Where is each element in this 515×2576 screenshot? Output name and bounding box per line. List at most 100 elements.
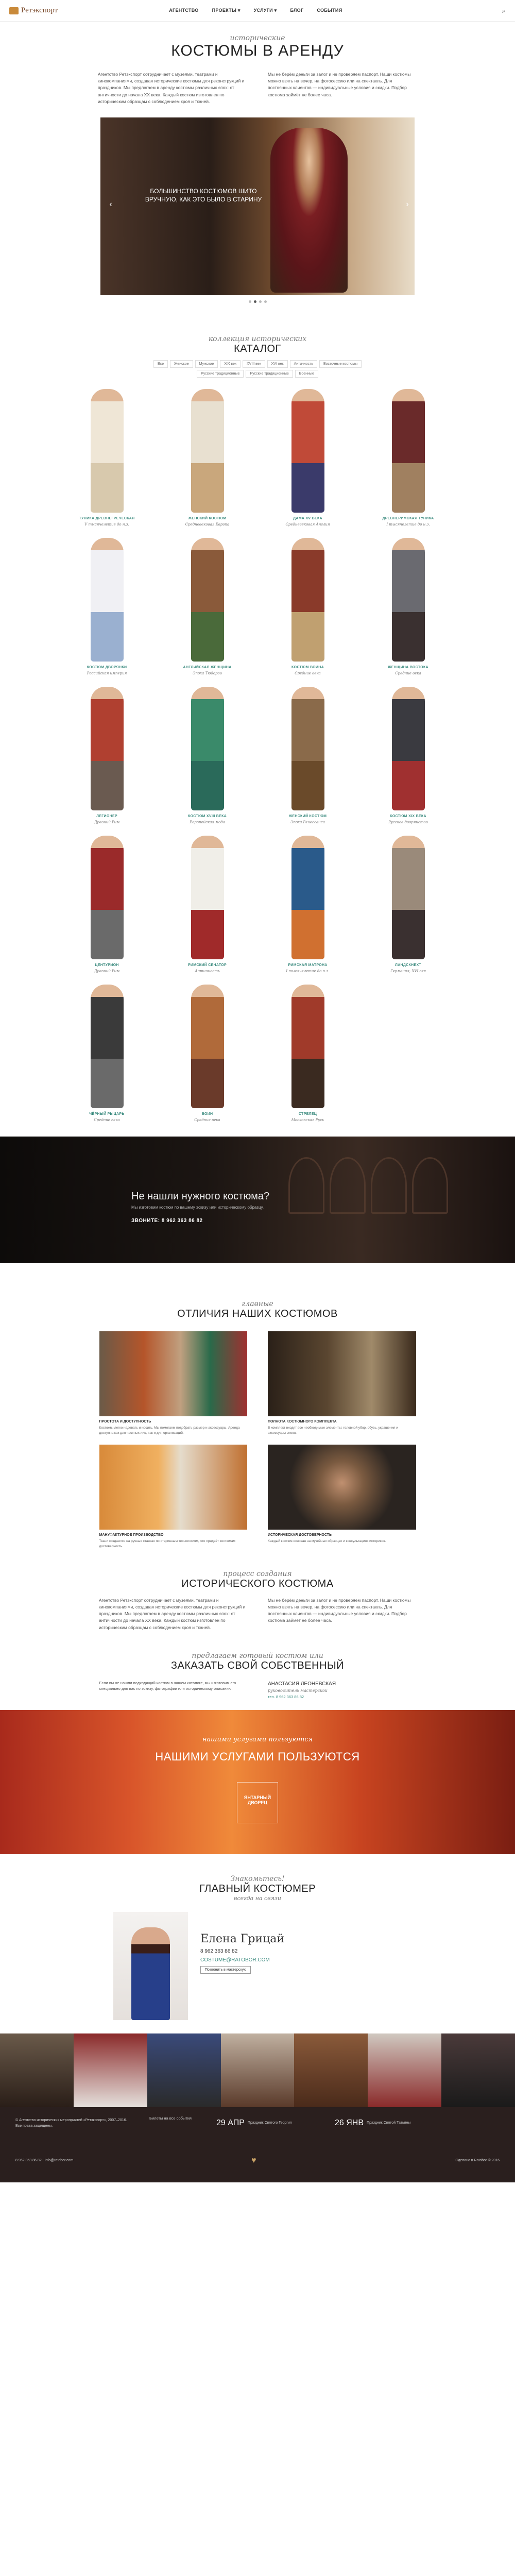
- costume-card[interactable]: ЛАНДСКНЕХТ Германия, XVI век: [358, 835, 458, 973]
- costume-title: ВОИН: [201, 1112, 213, 1116]
- hero-text-col1: Агентство Ретэкспорт сотрудничает с музе…: [98, 72, 245, 104]
- costume-photo: [191, 984, 224, 1108]
- hero-text: Агентство Ретэкспорт сотрудничает с музе…: [0, 71, 515, 105]
- costume-era: I тысячелетие до н.э.: [386, 522, 430, 527]
- hero-script: исторические: [230, 34, 285, 42]
- insta-photo[interactable]: [73, 2033, 147, 2107]
- costume-photo: [90, 686, 124, 810]
- insta-photo[interactable]: [0, 2033, 74, 2107]
- slider-dot[interactable]: [259, 300, 262, 303]
- costumer-email[interactable]: COSTUME@RATOBOR.COM: [200, 1957, 284, 1963]
- nav-events[interactable]: СОБЫТИЯ: [317, 8, 342, 13]
- costume-photo: [191, 835, 224, 959]
- event-title: Праздник Святой Татьяны: [367, 2121, 411, 2125]
- filter-tag[interactable]: Военные: [295, 369, 318, 378]
- costume-card[interactable]: ЖЕНЩИНА ВОСТОКА Средние века: [358, 537, 458, 675]
- costume-card[interactable]: РИМСКАЯ МАТРОНА I тысячелетие до н.э.: [258, 835, 358, 973]
- costume-card[interactable]: АНГЛИЙСКАЯ ЖЕНЩИНА Эпоха Тюдоров: [157, 537, 258, 675]
- costume-title: КОСТЮМ XIX ВЕКА: [390, 814, 426, 818]
- costume-card[interactable]: КОСТЮМ XIX ВЕКА Русское дворянство: [358, 686, 458, 824]
- callout-phone[interactable]: ЗВОНИТЕ: 8 962 363 86 82: [131, 1218, 203, 1224]
- costume-title: КОСТЮМ ДВОРЯНКИ: [87, 665, 127, 669]
- costume-title: ДАМА XV ВЕКА: [293, 516, 322, 520]
- feature-desc: В комплект входят все необходимые элемен…: [268, 1426, 398, 1435]
- instagram-strip: [0, 2033, 515, 2107]
- nav-projects[interactable]: ПРОЕКТЫ ▾: [212, 8, 241, 13]
- costume-card[interactable]: КОСТЮМ ВОИНА Средние века: [258, 537, 358, 675]
- process-text-col2: Мы не берём деньги за залог и не проверя…: [268, 1597, 411, 1623]
- costume-card[interactable]: РИМСКИЙ СЕНАТОР Античность: [157, 835, 258, 973]
- clients-title: НАШИМИ УСЛУГАМИ ПОЛЬЗУЮТСЯ: [155, 1750, 360, 1763]
- hero-slider[interactable]: БОЛЬШИНСТВО КОСТЮМОВ ШИТО ВРУЧНУЮ, КАК Э…: [100, 117, 415, 295]
- logo[interactable]: Ретэкспорт: [9, 6, 123, 15]
- filter-tag[interactable]: XVI век: [267, 360, 288, 368]
- costume-card[interactable]: ЧЁРНЫЙ РЫЦАРЬ Средние века: [57, 984, 157, 1122]
- costume-era: Эпоха Тюдоров: [193, 671, 222, 675]
- filter-tag[interactable]: Античность: [289, 360, 317, 368]
- costume-card[interactable]: КОСТЮМ XVIII ВЕКА Европейская мода: [157, 686, 258, 824]
- feature-card: ПОЛНОТА КОСТЮМНОГО КОМПЛЕКТА В комплект в…: [268, 1331, 416, 1436]
- slider-dot[interactable]: [264, 300, 267, 303]
- costume-photo: [291, 537, 324, 662]
- costume-card[interactable]: ДРЕВНЕРИМСКАЯ ТУНИКА I тысячелетие до н.э…: [358, 388, 458, 527]
- costume-card[interactable]: ТУНИКА ДРЕВНЕГРЕЧЕСКАЯ V тысячелетие до н…: [57, 388, 157, 527]
- filter-tag[interactable]: XIX век: [220, 360, 241, 368]
- features-title: ОТЛИЧИЯ НАШИХ КОСТЮМОВ: [177, 1308, 338, 1319]
- custom-callout: Не нашли нужного костюма? Мы изготовим к…: [0, 1136, 515, 1263]
- call-workshop-button[interactable]: Позвонить в мастерскую: [200, 1965, 251, 1974]
- slider-next-icon[interactable]: ›: [402, 200, 413, 210]
- costumer-phone[interactable]: 8 962 363 86 82: [200, 1948, 284, 1954]
- client-logo[interactable]: ЯНТАРНЫЙ ДВОРЕЦ: [237, 1782, 278, 1823]
- nav-blog[interactable]: БЛОГ: [290, 8, 304, 13]
- costume-title: КОСТЮМ XVIII ВЕКА: [187, 814, 227, 818]
- insta-photo[interactable]: [441, 2033, 515, 2107]
- order-contact: АНАСТАСИЯ ЛЕОНЕВСКАЯ руководитель мастер…: [268, 1680, 416, 1700]
- filter-tag[interactable]: Женское: [170, 360, 193, 368]
- order-contact-phone[interactable]: тел. 8 962 363 86 82: [268, 1694, 416, 1700]
- costume-title: АНГЛИЙСКАЯ ЖЕНЩИНА: [183, 665, 232, 669]
- catalog-title: КАТАЛОГ: [234, 343, 281, 354]
- filter-tag[interactable]: XVIII век: [243, 360, 265, 368]
- costume-card[interactable]: СТРЕЛЕЦ Московская Русь: [258, 984, 358, 1122]
- filter-tag[interactable]: Все: [153, 360, 168, 368]
- costume-card[interactable]: ВОИН Средние века: [157, 984, 258, 1122]
- costume-era: Средневековая Европа: [185, 522, 230, 527]
- slide-image: [270, 127, 348, 293]
- catalog-section: коллекция исторических КАТАЛОГ Все Женск…: [0, 303, 515, 1122]
- costume-card[interactable]: ДАМА XV ВЕКА Средневековая Англия: [258, 388, 358, 527]
- costume-era: Средние века: [194, 1117, 220, 1122]
- slider-prev-icon[interactable]: ‹: [106, 200, 116, 210]
- nav-services[interactable]: УСЛУГИ ▾: [254, 8, 277, 13]
- costume-card[interactable]: ЖЕНСКИЙ КОСТЮМ Средневековая Европа: [157, 388, 258, 527]
- clients-script: нашими услугами пользуются: [202, 1735, 313, 1743]
- insta-photo[interactable]: [220, 2033, 295, 2107]
- slider-dot[interactable]: [248, 300, 251, 303]
- event-item[interactable]: 29 АПР Праздник Святого Георгия: [216, 2114, 292, 2132]
- callout-heading: Не нашли нужного костюма?: [131, 1190, 270, 1202]
- event-item[interactable]: 26 ЯНВ Праздник Святой Татьяны: [335, 2114, 410, 2132]
- slider-dot-active[interactable]: [253, 300, 256, 303]
- filter-tag[interactable]: Русские традиционные: [197, 369, 244, 378]
- costume-era: Российская империя: [87, 671, 127, 675]
- nav-agency[interactable]: АГЕНТСТВО: [169, 8, 198, 13]
- page-title: КОСТЮМЫ В АРЕНДУ: [171, 42, 344, 59]
- order-script: предлагаем готовый костюм или: [192, 1651, 323, 1660]
- insta-photo[interactable]: [294, 2033, 368, 2107]
- filter-tag[interactable]: Мужское: [195, 360, 218, 368]
- features-script: главные: [242, 1299, 273, 1308]
- insta-photo[interactable]: [147, 2033, 221, 2107]
- costume-card[interactable]: ЦЕНТУРИОН Древний Рим: [57, 835, 157, 973]
- callout-text: Мы изготовим костюм по вашему эскизу или…: [131, 1205, 264, 1210]
- costume-card[interactable]: ЛЕГИОНЕР Древний Рим: [57, 686, 157, 824]
- insta-photo[interactable]: [368, 2033, 442, 2107]
- costume-era: Средние века: [94, 1117, 120, 1122]
- costumer-photo: [113, 1911, 188, 2020]
- main-nav: АГЕНТСТВО ПРОЕКТЫ ▾ УСЛУГИ ▾ БЛОГ СОБЫТИ…: [123, 8, 389, 13]
- costume-card[interactable]: ЖЕНСКИЙ КОСТЮМ Эпоха Ренессанса: [258, 686, 358, 824]
- costumer-name: Елена Грицай: [200, 1932, 285, 1945]
- costume-card[interactable]: КОСТЮМ ДВОРЯНКИ Российская империя: [57, 537, 157, 675]
- search-icon[interactable]: ⌕: [502, 7, 506, 15]
- filter-tag[interactable]: Русские традиционные: [246, 369, 293, 378]
- filter-tag[interactable]: Восточные костюмы: [319, 360, 362, 368]
- costumer-card: Елена Грицай 8 962 363 86 82 COSTUME@RAT…: [113, 1911, 402, 2020]
